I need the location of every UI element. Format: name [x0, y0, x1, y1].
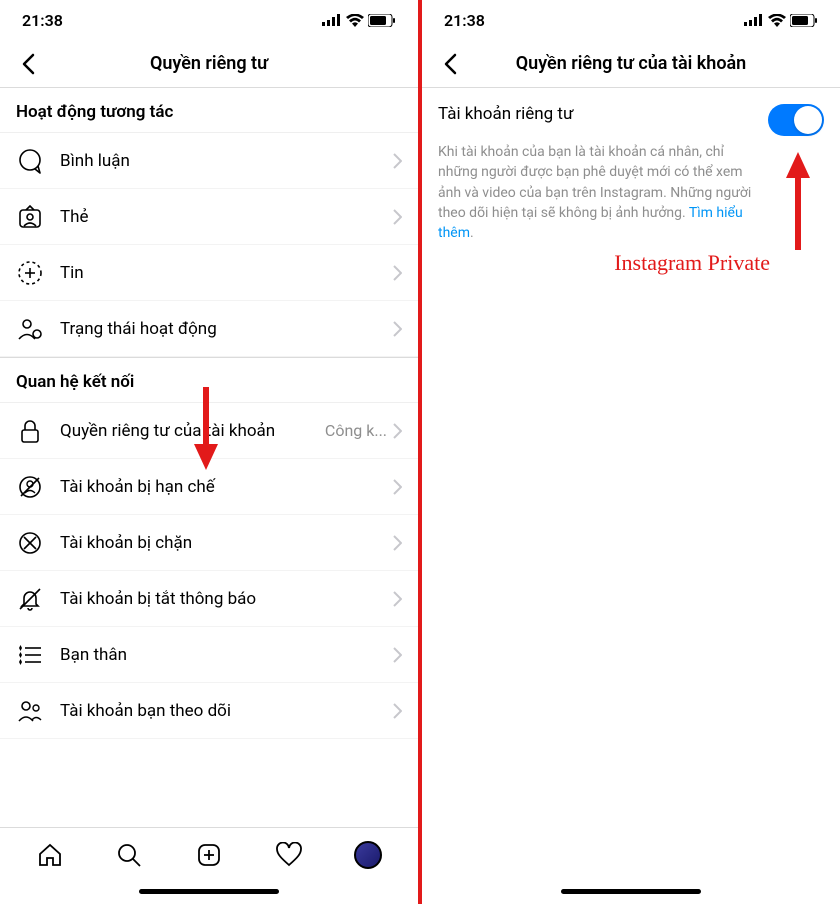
row-label: Thẻ [60, 207, 393, 227]
status-time: 21:38 [444, 11, 485, 30]
page-title: Quyền riêng tư của tài khoản [466, 53, 796, 74]
section-header-interactions: Hoạt động tương tác [0, 88, 418, 133]
chevron-right-icon [393, 209, 402, 225]
row-restricted[interactable]: Tài khoản bị hạn chế [0, 459, 418, 515]
chevron-right-icon [393, 647, 402, 663]
status-icons [744, 14, 818, 27]
row-label: Tài khoản bị tắt thông báo [60, 589, 393, 609]
row-value: Công k... [325, 421, 387, 440]
private-account-description: Khi tài khoản của bạn là tài khoản cá nh… [438, 142, 824, 243]
row-story[interactable]: Tin [0, 245, 418, 301]
tab-activity[interactable] [269, 835, 309, 875]
chevron-right-icon [393, 321, 402, 337]
row-following[interactable]: Tài khoản bạn theo dõi [0, 683, 418, 739]
lock-icon [16, 417, 44, 445]
status-time: 21:38 [22, 11, 63, 30]
row-label: Tin [60, 263, 393, 283]
private-account-toggle[interactable] [768, 104, 824, 136]
row-label: Bình luận [60, 151, 393, 171]
tab-search[interactable] [109, 835, 149, 875]
back-button[interactable] [434, 48, 466, 80]
wifi-icon [768, 14, 786, 27]
wifi-icon [346, 14, 364, 27]
tag-icon [16, 203, 44, 231]
row-blocked[interactable]: Tài khoản bị chặn [0, 515, 418, 571]
comment-icon [16, 147, 44, 175]
tab-home[interactable] [30, 835, 70, 875]
chevron-right-icon [393, 535, 402, 551]
home-indicator [139, 889, 279, 894]
blocked-icon [16, 529, 44, 557]
chevron-right-icon [393, 591, 402, 607]
avatar [354, 841, 382, 869]
row-comments[interactable]: Bình luận [0, 133, 418, 189]
annotation-label: Instagram Private [614, 250, 770, 276]
battery-icon [790, 14, 818, 27]
row-label: Quyền riêng tư của tài khoản [60, 421, 325, 441]
page-title: Quyền riêng tư [44, 53, 374, 74]
muted-bell-icon [16, 585, 44, 613]
row-tags[interactable]: Thẻ [0, 189, 418, 245]
battery-icon [368, 14, 396, 27]
row-label: Tài khoản bị chặn [60, 533, 393, 553]
chevron-right-icon [393, 479, 402, 495]
chevron-right-icon [393, 265, 402, 281]
nav-header: Quyền riêng tư [0, 40, 418, 88]
screen-privacy-settings: 21:38 Quyền riêng tư Hoạt động tương tác… [0, 0, 418, 904]
row-label: Trạng thái hoạt động [60, 319, 393, 339]
toggle-knob [794, 106, 822, 134]
activity-status-icon [16, 315, 44, 343]
row-label: Tài khoản bị hạn chế [60, 477, 393, 497]
row-account-privacy[interactable]: Quyền riêng tư của tài khoản Công k... [0, 403, 418, 459]
chevron-right-icon [393, 423, 402, 439]
back-button[interactable] [12, 48, 44, 80]
nav-header: Quyền riêng tư của tài khoản [422, 40, 840, 88]
status-icons [322, 14, 396, 27]
row-activity-status[interactable]: Trạng thái hoạt động [0, 301, 418, 357]
screen-account-privacy: 21:38 Quyền riêng tư của tài khoản Tài k… [422, 0, 840, 904]
private-account-label: Tài khoản riêng tư [438, 104, 573, 124]
status-bar: 21:38 [422, 0, 840, 40]
section-header-connections: Quan hệ kết nối [0, 357, 418, 403]
story-icon [16, 259, 44, 287]
status-bar: 21:38 [0, 0, 418, 40]
home-indicator [561, 889, 701, 894]
chevron-right-icon [393, 703, 402, 719]
signal-icon [744, 14, 764, 26]
privacy-section: Tài khoản riêng tư Khi tài khoản của bạn… [422, 88, 840, 243]
following-icon [16, 697, 44, 725]
signal-icon [322, 14, 342, 26]
chevron-right-icon [393, 153, 402, 169]
tab-create[interactable] [189, 835, 229, 875]
bottom-tab-bar [0, 827, 418, 881]
restricted-icon [16, 473, 44, 501]
row-label: Tài khoản bạn theo dõi [60, 701, 393, 721]
row-label: Bạn thân [60, 645, 393, 665]
close-friends-icon [16, 641, 44, 669]
row-muted[interactable]: Tài khoản bị tắt thông báo [0, 571, 418, 627]
row-close-friends[interactable]: Bạn thân [0, 627, 418, 683]
tab-profile[interactable] [348, 835, 388, 875]
